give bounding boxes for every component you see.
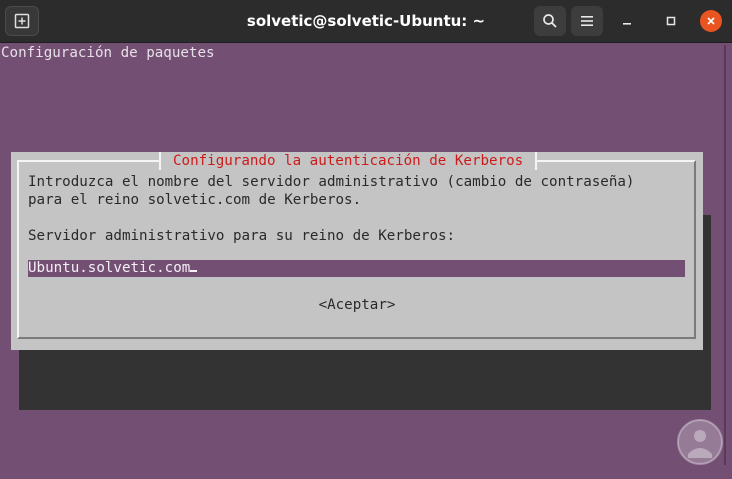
minimize-button[interactable] xyxy=(616,10,638,32)
minimize-icon xyxy=(623,23,631,25)
scrollbar-track[interactable] xyxy=(724,45,726,465)
maximize-button[interactable] xyxy=(660,10,682,32)
solvetic-logo-icon xyxy=(677,419,723,465)
title-bar: solvetic@solvetic-Ubuntu: ~ xyxy=(0,0,732,43)
close-button[interactable] xyxy=(700,10,722,32)
accept-button[interactable]: <Aceptar> xyxy=(11,296,703,314)
menu-button[interactable] xyxy=(571,6,603,36)
close-icon xyxy=(707,17,715,25)
terminal-window: solvetic@solvetic-Ubuntu: ~ Configuració… xyxy=(0,0,732,479)
dialog-description-line-1: Introduzca el nombre del servidor admini… xyxy=(28,174,635,190)
admin-server-input[interactable]: Ubuntu.solvetic.com xyxy=(28,260,685,277)
window-title: solvetic@solvetic-Ubuntu: ~ xyxy=(246,12,486,30)
maximize-icon xyxy=(666,16,676,26)
package-configuration-heading: Configuración de paquetes xyxy=(1,45,215,61)
terminal-area[interactable]: Configuración de paquetes Configurando l… xyxy=(0,43,720,479)
server-prompt-label: Servidor administrativo para su reino de… xyxy=(28,228,456,244)
kerberos-dialog: Configurando la autenticación de Kerbero… xyxy=(11,152,703,350)
admin-server-input-value: Ubuntu.solvetic.com xyxy=(28,259,198,277)
scrollbar[interactable] xyxy=(720,43,732,479)
search-icon xyxy=(543,14,557,28)
new-tab-button[interactable] xyxy=(5,6,39,36)
hamburger-menu-icon xyxy=(581,16,593,26)
new-tab-icon xyxy=(14,13,30,29)
dialog-title: Configurando la autenticación de Kerbero… xyxy=(159,152,538,170)
search-button[interactable] xyxy=(534,6,566,36)
dialog-description-line-2: para el reino solvetic.com de Kerberos. xyxy=(28,192,362,208)
text-cursor xyxy=(190,270,198,272)
